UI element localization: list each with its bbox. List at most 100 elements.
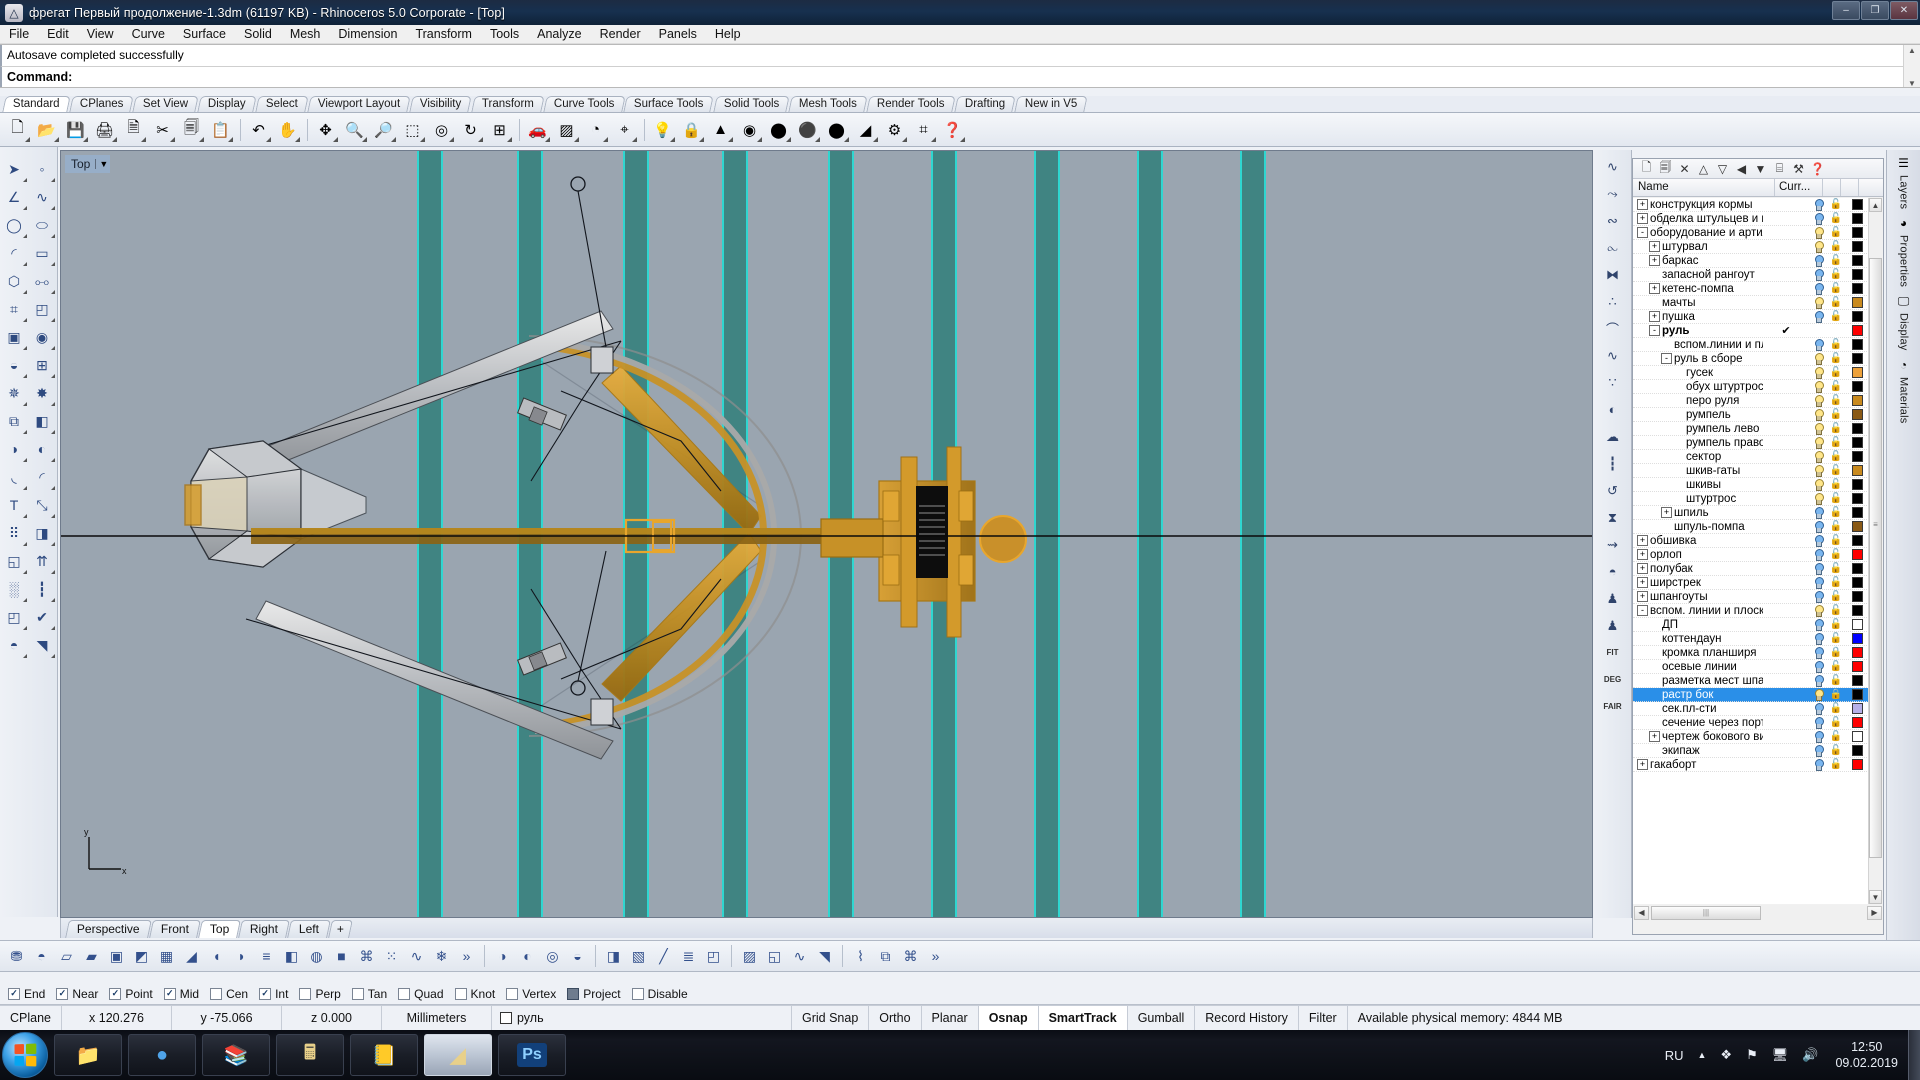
layer-color-swatch[interactable] <box>1845 647 1869 658</box>
sweep2-icon[interactable]: ◗ <box>229 943 254 969</box>
column-header-name[interactable]: Name <box>1633 179 1775 196</box>
layer-color-swatch[interactable] <box>1845 227 1869 238</box>
lock-open-icon[interactable]: 🔓 <box>1827 521 1845 532</box>
menu-item-transform[interactable]: Transform <box>406 25 481 43</box>
fillet-icon[interactable]: ◟ <box>0 463 28 491</box>
layer-color-swatch[interactable] <box>1845 283 1869 294</box>
column-header-current[interactable]: Curr... <box>1775 179 1823 196</box>
expand-icon[interactable]: + <box>1637 577 1648 588</box>
layer-visibility-bulb-icon[interactable] <box>1809 492 1827 505</box>
layer-color-swatch[interactable] <box>1845 535 1869 546</box>
text-icon[interactable]: T <box>0 491 28 519</box>
flyout-corner-icon[interactable] <box>23 178 27 182</box>
layer-row[interactable]: + орлоп 🔓 <box>1633 548 1869 562</box>
offset-icon[interactable]: ◜ <box>28 463 56 491</box>
flyout-corner-icon[interactable] <box>51 542 55 546</box>
surface-network-icon[interactable]: ⊞ <box>28 351 56 379</box>
taskbar-button-photoshop[interactable]: Ps <box>498 1034 566 1076</box>
cube-blue-icon[interactable]: ■ <box>329 943 354 969</box>
polyline-pts-icon[interactable]: ∴ <box>1597 288 1629 315</box>
layer-row[interactable]: + обшивка 🔓 <box>1633 534 1869 548</box>
cage-icon[interactable]: ⌘ <box>898 943 923 969</box>
flow-curve-icon[interactable]: ⇝ <box>1597 531 1629 558</box>
status-toggle-planar[interactable]: Planar <box>922 1006 979 1030</box>
status-cplane[interactable]: CPlane <box>0 1006 62 1030</box>
boolean-union-icon[interactable]: ◑ <box>0 435 28 463</box>
properties-icon[interactable]: ⌗ <box>910 116 937 143</box>
options-gear-icon[interactable]: ⚙ <box>881 116 908 143</box>
layer-visibility-bulb-icon[interactable] <box>1809 352 1827 365</box>
point-cloud-icon[interactable]: ⁙ <box>379 943 404 969</box>
fit-person-icon[interactable]: ♟ <box>1597 585 1629 612</box>
rectangle-icon[interactable]: ▭ <box>28 239 56 267</box>
layer-visibility-bulb-icon[interactable] <box>1809 758 1827 771</box>
layer-visibility-bulb-icon[interactable] <box>1809 282 1827 295</box>
viewport-tab-perspective[interactable]: Perspective <box>65 920 152 938</box>
flyout-corner-icon[interactable] <box>873 137 878 142</box>
lock-open-icon[interactable]: 🔓 <box>1827 213 1845 224</box>
layer-visibility-bulb-icon[interactable] <box>1809 296 1827 309</box>
column-header-on[interactable] <box>1823 179 1841 196</box>
save-as-icon[interactable]: 🗎 <box>120 116 147 143</box>
flyout-corner-icon[interactable] <box>23 430 27 434</box>
flyout-corner-icon[interactable] <box>23 206 27 210</box>
osnap-disable[interactable]: Disable <box>631 987 688 1001</box>
smooth-icon[interactable]: ∿ <box>404 943 429 969</box>
layer-row[interactable]: + штурвал 🔓 <box>1633 240 1869 254</box>
layer-visibility-bulb-icon[interactable] <box>1809 464 1827 477</box>
flyout-corner-icon[interactable] <box>199 137 204 142</box>
network-icon[interactable]: 🖥 <box>1772 1047 1789 1063</box>
checkbox-icon[interactable] <box>163 987 176 1000</box>
expand-icon[interactable]: + <box>1637 549 1648 560</box>
lock-open-icon[interactable]: 🔓 <box>1827 717 1845 728</box>
render-sphere-icon[interactable]: ⬤ <box>765 116 792 143</box>
flyout-corner-icon[interactable] <box>728 137 733 142</box>
collapse-icon[interactable]: - <box>1637 227 1648 238</box>
lock-open-icon[interactable]: 🔓 <box>1827 297 1845 308</box>
curve-from-pts-icon[interactable]: ∵ <box>1597 369 1629 396</box>
layer-color-swatch[interactable] <box>1845 661 1869 672</box>
dropbox-icon[interactable]: ❖ <box>1720 1047 1732 1063</box>
flyout-corner-icon[interactable] <box>23 514 27 518</box>
show-desktop-button[interactable] <box>1908 1030 1920 1080</box>
layer-row[interactable]: + полубак 🔓 <box>1633 562 1869 576</box>
flyout-corner-icon[interactable] <box>23 318 27 322</box>
lock-open-icon[interactable]: 🔓 <box>1827 759 1845 770</box>
lock-open-icon[interactable]: 🔓 <box>1827 563 1845 574</box>
layer-row[interactable]: +обделка штульцев и га... 🔓 <box>1633 212 1869 226</box>
menu-item-tools[interactable]: Tools <box>481 25 528 43</box>
layer-row[interactable]: + гакаборт 🔓 <box>1633 758 1869 772</box>
osnap-project[interactable]: Project <box>567 987 621 1001</box>
lock-open-icon[interactable]: 🔓 <box>1827 619 1845 630</box>
scroll-up-arrow[interactable]: ▲ <box>1904 45 1920 56</box>
checkbox-icon[interactable] <box>299 987 312 1000</box>
checkbox-icon[interactable] <box>259 987 272 1000</box>
layer-color-swatch[interactable] <box>1845 507 1869 518</box>
help-icon[interactable]: ❓ <box>939 116 966 143</box>
layer-color-swatch[interactable] <box>1845 493 1869 504</box>
layer-row[interactable]: шкив-гаты 🔓 <box>1633 464 1869 478</box>
flyout-corner-icon[interactable] <box>23 486 27 490</box>
menu-item-solid[interactable]: Solid <box>235 25 281 43</box>
flyout-corner-icon[interactable] <box>603 137 608 142</box>
boolean-split-2-icon[interactable]: ◒ <box>565 943 590 969</box>
column-header-color[interactable] <box>1859 179 1883 196</box>
layer-row[interactable]: + пушка 🔓 <box>1633 310 1869 324</box>
flyout-corner-icon[interactable] <box>632 137 637 142</box>
layer-visibility-bulb-icon[interactable] <box>1809 716 1827 729</box>
sphere-curve-icon[interactable]: ◐ <box>1597 396 1629 423</box>
layer-row[interactable]: мачты 🔓 <box>1633 296 1869 310</box>
flyout-corner-icon[interactable] <box>51 374 55 378</box>
flyout-corner-icon[interactable] <box>54 137 59 142</box>
lock-open-icon[interactable]: 🔓 <box>1827 493 1845 504</box>
revolve-red-icon[interactable]: ◍ <box>304 943 329 969</box>
lock-open-icon[interactable]: 🔓 <box>1827 591 1845 602</box>
help-question-icon[interactable]: ❓ <box>1808 160 1827 178</box>
layer-visibility-bulb-icon[interactable] <box>1809 478 1827 491</box>
patch-icon[interactable]: ▦ <box>154 943 179 969</box>
status-toggle-filter[interactable]: Filter <box>1299 1006 1348 1030</box>
lock-open-icon[interactable]: 🔓 <box>1827 241 1845 252</box>
layer-row[interactable]: разметка мест шпа... 🔓 <box>1633 674 1869 688</box>
check-select-icon[interactable]: ✔ <box>28 603 56 631</box>
boolean-diff-2-icon[interactable]: ◐ <box>515 943 540 969</box>
